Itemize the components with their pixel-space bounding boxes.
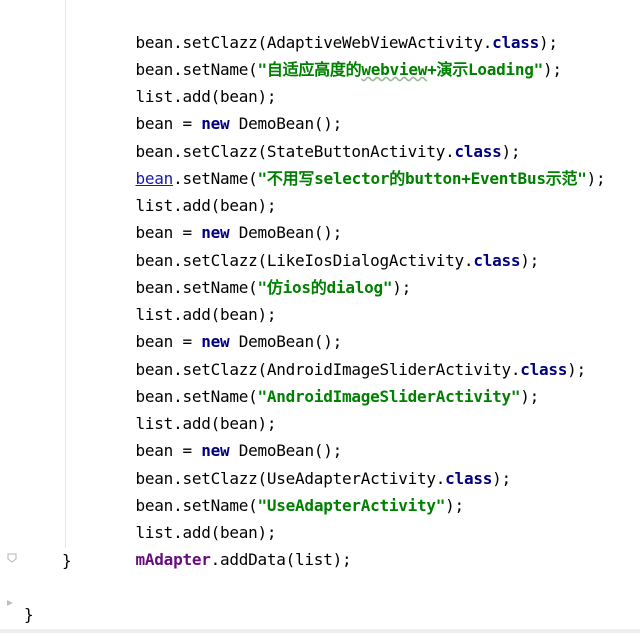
code-line[interactable]: bean.setClazz(AndroidImageSliderActivity… xyxy=(98,329,587,379)
string-part: +演示Loading" xyxy=(427,60,544,79)
closing-brace: } xyxy=(62,551,72,570)
string-part-spellcheck: webview xyxy=(361,60,428,79)
code-line[interactable]: bean.setClazz(StateButtonActivity.class)… xyxy=(98,111,521,161)
editor-gutter[interactable] xyxy=(0,0,23,633)
string-literal: "仿ios的dialog" xyxy=(257,278,393,297)
code-text: ); xyxy=(520,387,539,406)
code-text: ); xyxy=(543,60,562,79)
code-line[interactable]: bean = new DemoBean(); xyxy=(98,301,343,351)
code-text: ); xyxy=(520,251,539,270)
code-text: ); xyxy=(445,496,464,515)
string-literal: "UseAdapterActivity" xyxy=(257,496,446,515)
code-line[interactable]: list.add(bean); xyxy=(98,274,277,324)
fold-end-icon[interactable] xyxy=(7,553,17,563)
code-line[interactable]: bean = new DemoBean(); xyxy=(98,83,343,133)
code-line[interactable]: bean.setClazz(UseAdapterActivity.class); xyxy=(98,438,512,488)
code-line[interactable]: bean.setName("AndroidImageSliderActivity… xyxy=(98,356,540,406)
code-line[interactable]: bean.setClazz(AdaptiveWebViewActivity.cl… xyxy=(98,2,558,52)
code-editor[interactable]: bean.setClazz(AdaptiveWebViewActivity.cl… xyxy=(0,0,640,633)
string-literal: "AndroidImageSliderActivity" xyxy=(257,387,521,406)
code-line[interactable]: bean = new DemoBean(); xyxy=(98,410,343,460)
code-line[interactable]: bean.setName("自适应高度的webview+演示Loading"); xyxy=(98,29,563,79)
code-line[interactable]: mAdapter.addData(list); xyxy=(98,519,352,569)
string-literal: "不用写selector的button+EventBus示范" xyxy=(257,169,587,188)
code-text: ); xyxy=(567,360,586,379)
code-line[interactable]: bean.setName("不用写selector的button+EventBu… xyxy=(98,138,606,188)
code-line[interactable]: list.add(bean); xyxy=(98,165,277,215)
indent-guide xyxy=(65,0,66,548)
code-text: ); xyxy=(586,169,606,188)
code-text: ); xyxy=(392,278,411,297)
editor-bottom-border xyxy=(0,629,640,633)
code-line[interactable]: list.add(bean); xyxy=(98,56,277,106)
code-line[interactable]: bean.setName("仿ios的dialog"); xyxy=(98,247,412,297)
code-line[interactable]: list.add(bean); xyxy=(98,383,277,433)
closing-brace: } xyxy=(24,605,34,624)
string-literal: "自适应高度的webview+演示Loading" xyxy=(258,60,544,79)
code-text: .addData(list); xyxy=(210,550,352,569)
keyword: class xyxy=(473,251,521,270)
field-reference: mAdapter xyxy=(135,550,211,569)
code-line[interactable]: bean.setClazz(LikeIosDialogActivity.clas… xyxy=(98,220,540,270)
code-line[interactable]: bean.setName("UseAdapterActivity"); xyxy=(98,465,465,515)
code-line[interactable]: bean = new DemoBean(); xyxy=(98,192,343,242)
code-line[interactable]: list.add(bean); xyxy=(98,492,277,542)
fold-arrow-icon[interactable] xyxy=(5,598,15,608)
code-text: ); xyxy=(492,469,511,488)
